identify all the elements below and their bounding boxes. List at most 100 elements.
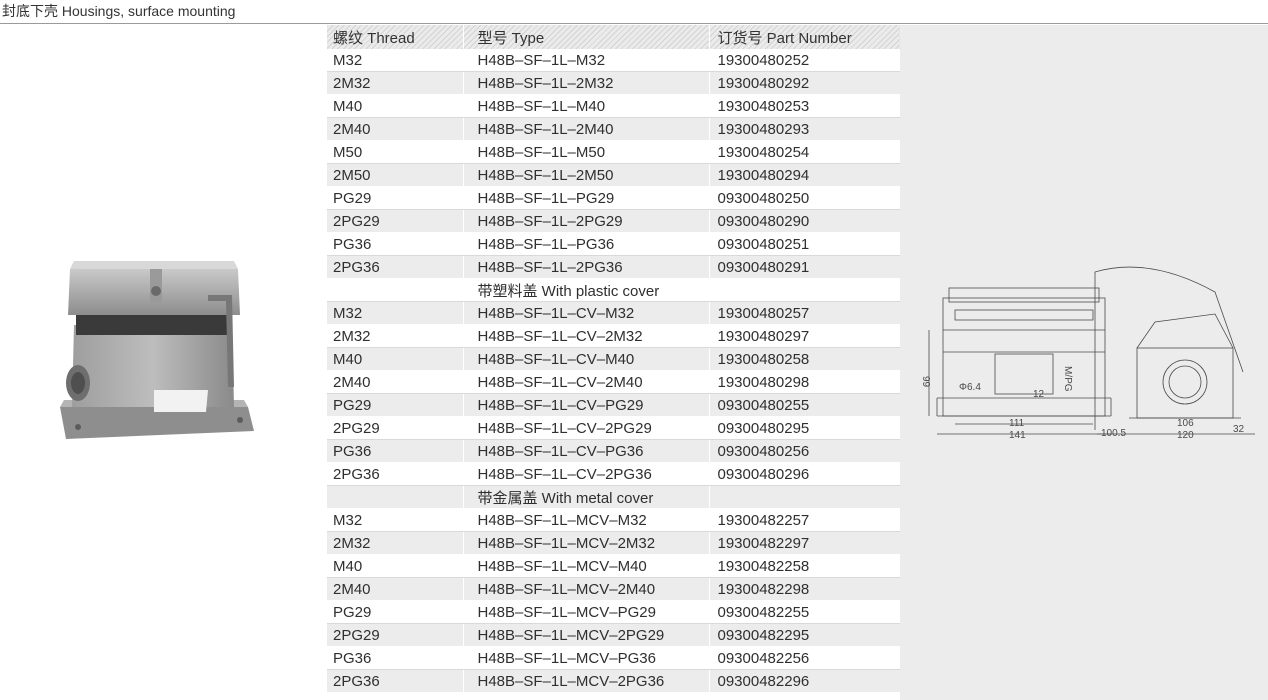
dim-141: 141 <box>1009 430 1026 441</box>
cell-type: H48B–SF–1L–PG29 <box>462 186 709 210</box>
title-divider <box>0 23 1268 24</box>
cell-part-number: 19300480294 <box>708 163 900 187</box>
cell-thread: 2M32 <box>327 71 463 95</box>
product-photo <box>60 261 254 439</box>
table-row: PG36 H48B–SF–1L–PG36 09300480251 <box>327 232 900 256</box>
header-part-number: 订货号 Part Number <box>708 25 900 49</box>
table-row: 2M40 H48B–SF–1L–CV–2M40 19300480298 <box>327 370 900 394</box>
cell-thread: M32 <box>327 508 463 532</box>
cell-thread: PG29 <box>327 600 463 624</box>
cell-type: H48B–SF–1L–MCV–M40 <box>462 554 709 578</box>
table-row: 2M40 H48B–SF–1L–2M40 19300480293 <box>327 117 900 141</box>
dim-120: 120 <box>1177 430 1194 441</box>
cell-part-number: 09300482295 <box>708 623 900 647</box>
table-row: 2M50 H48B–SF–1L–2M50 19300480294 <box>327 163 900 187</box>
cell-thread: 2M32 <box>327 324 463 348</box>
cell-thread: 2PG36 <box>327 462 463 486</box>
table-row: 2PG29 H48B–SF–1L–2PG29 09300480290 <box>327 209 900 233</box>
side-view <box>1094 266 1255 435</box>
cell-thread: PG29 <box>327 393 463 417</box>
cell-type: H48B–SF–1L–MCV–PG29 <box>462 600 709 624</box>
cell-thread <box>327 485 463 509</box>
table-row: 带塑料盖 With plastic cover <box>327 278 900 302</box>
part-number-table: 螺纹 Thread 型号 Type 订货号 Part Number M32 H48… <box>327 25 900 693</box>
table-row: 2M32 H48B–SF–1L–2M32 19300480292 <box>327 71 900 95</box>
cell-thread: 2PG29 <box>327 209 463 233</box>
parts-table: 螺纹 Thread 型号 Type 订货号 Part Number M32 H48… <box>327 25 900 693</box>
cell-part-number: 09300480250 <box>708 186 900 210</box>
cell-type: H48B–SF–1L–2M50 <box>462 163 709 187</box>
cell-part-number: 19300482258 <box>708 554 900 578</box>
table-row: M40 H48B–SF–1L–MCV–M40 19300482258 <box>327 554 900 578</box>
cell-thread: 2PG36 <box>327 255 463 279</box>
cell-type: H48B–SF–1L–CV–M40 <box>462 347 709 371</box>
cell-thread: 2M32 <box>327 531 463 555</box>
table-row: 2PG29 H48B–SF–1L–MCV–2PG29 09300482295 <box>327 623 900 647</box>
table-row: M40 H48B–SF–1L–CV–M40 19300480258 <box>327 347 900 371</box>
cell-type: 带金属盖 With metal cover <box>462 485 709 509</box>
table-row: 2M32 H48B–SF–1L–MCV–2M32 19300482297 <box>327 531 900 555</box>
cell-type: H48B–SF–1L–M50 <box>462 140 709 164</box>
cell-part-number: 09300482256 <box>708 646 900 670</box>
cell-thread: M32 <box>327 301 463 325</box>
table-row: M40 H48B–SF–1L–M40 19300480253 <box>327 94 900 118</box>
table-row: PG29 H48B–SF–1L–MCV–PG29 09300482255 <box>327 600 900 624</box>
table-row: PG36 H48B–SF–1L–CV–PG36 09300480256 <box>327 439 900 463</box>
cell-thread: 2M40 <box>327 370 463 394</box>
cell-type: H48B–SF–1L–2M32 <box>462 71 709 95</box>
cell-type: H48B–SF–1L–M40 <box>462 94 709 118</box>
dimension-drawing: 99 Φ6.4 12 M/PG 111 141 100.5 106 120 32 <box>920 266 1255 441</box>
cell-type: H48B–SF–1L–CV–PG29 <box>462 393 709 417</box>
table-row: M32 H48B–SF–1L–MCV–M32 19300482257 <box>327 508 900 532</box>
cell-part-number: 19300480293 <box>708 117 900 141</box>
dim-12: 12 <box>1033 389 1045 400</box>
cell-type: H48B–SF–1L–MCV–2M32 <box>462 531 709 555</box>
cell-part-number: 19300480257 <box>708 301 900 325</box>
cell-thread: M50 <box>327 140 463 164</box>
table-row: 2PG36 H48B–SF–1L–MCV–2PG36 09300482296 <box>327 669 900 693</box>
cell-type: H48B–SF–1L–MCV–M32 <box>462 508 709 532</box>
cell-thread: M32 <box>327 49 463 72</box>
cell-thread: 2PG36 <box>327 669 463 693</box>
table-row: 带金属盖 With metal cover <box>327 485 900 509</box>
table-row: M32 H48B–SF–1L–CV–M32 19300480257 <box>327 301 900 325</box>
cell-type: H48B–SF–1L–MCV–PG36 <box>462 646 709 670</box>
header-thread: 螺纹 Thread <box>327 25 463 49</box>
cell-type: H48B–SF–1L–2M40 <box>462 117 709 141</box>
section-title: 封底下壳 Housings, surface mounting <box>2 3 236 19</box>
cell-type: H48B–SF–1L–PG36 <box>462 232 709 256</box>
cell-part-number: 09300480251 <box>708 232 900 256</box>
table-row: 2M32 H48B–SF–1L–CV–2M32 19300480297 <box>327 324 900 348</box>
cell-type: H48B–SF–1L–CV–2M32 <box>462 324 709 348</box>
dim-100-5: 100.5 <box>1101 428 1126 439</box>
cell-type: H48B–SF–1L–CV–PG36 <box>462 439 709 463</box>
dim-111: 111 <box>1009 418 1025 429</box>
cell-part-number: 19300480253 <box>708 94 900 118</box>
cell-part-number: 09300480255 <box>708 393 900 417</box>
dim-106: 106 <box>1177 418 1194 429</box>
front-view <box>928 287 1112 435</box>
table-row: PG29 H48B–SF–1L–PG29 09300480250 <box>327 186 900 210</box>
cell-type: H48B–SF–1L–CV–2PG29 <box>462 416 709 440</box>
cell-part-number: 19300480254 <box>708 140 900 164</box>
cell-part-number: 19300480258 <box>708 347 900 371</box>
dim-thread: M/PG <box>1062 366 1073 392</box>
cell-type: H48B–SF–1L–MCV–2M40 <box>462 577 709 601</box>
cell-part-number: 09300480256 <box>708 439 900 463</box>
header-type: 型号 Type <box>462 25 709 49</box>
cell-type: 带塑料盖 With plastic cover <box>462 278 709 302</box>
cell-type: H48B–SF–1L–CV–M32 <box>462 301 709 325</box>
cell-type: H48B–SF–1L–2PG29 <box>462 209 709 233</box>
cell-type: H48B–SF–1L–MCV–2PG36 <box>462 669 709 693</box>
cell-type: H48B–SF–1L–M32 <box>462 49 709 72</box>
cell-thread: 2M40 <box>327 577 463 601</box>
cell-thread: 2PG29 <box>327 416 463 440</box>
cell-thread: PG36 <box>327 439 463 463</box>
cell-thread: PG36 <box>327 232 463 256</box>
dim-hole: Φ6.4 <box>959 382 981 393</box>
cell-part-number <box>708 278 900 302</box>
table-row: PG29 H48B–SF–1L–CV–PG29 09300480255 <box>327 393 900 417</box>
cell-thread: PG36 <box>327 646 463 670</box>
table-row: 2M40 H48B–SF–1L–MCV–2M40 19300482298 <box>327 577 900 601</box>
cell-type: H48B–SF–1L–CV–2PG36 <box>462 462 709 486</box>
